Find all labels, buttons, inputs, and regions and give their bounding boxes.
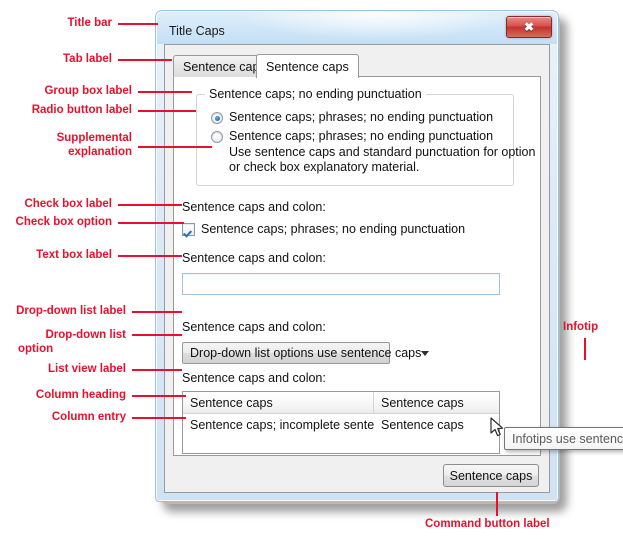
leader-line-supplemental-explanation — [138, 146, 212, 148]
annotation-supplemental-line-2: explanation — [68, 146, 132, 158]
leader-line-column-entry — [132, 417, 186, 419]
annotation-check-box-option: Check box option — [15, 216, 112, 228]
tab-panel: Sentence caps; no ending punctuation Sen… — [173, 76, 623, 456]
check-box-option-label: Sentence caps; phrases; no ending punctu… — [201, 222, 466, 236]
annotation-title-bar: Title bar — [67, 17, 112, 29]
leader-line-tab-label — [118, 59, 172, 61]
radio-selected-icon — [211, 112, 223, 124]
radio-option-2[interactable]: Sentence caps; phrases; no ending punctu… — [211, 129, 493, 143]
supplemental-line-1: Use sentence caps and standard punctuati… — [229, 145, 536, 159]
infotip-text: Infotips use sentence caps and ending pu… — [512, 431, 623, 446]
leader-line-command-button-label — [496, 492, 498, 516]
radio-unselected-icon — [211, 131, 223, 143]
annotation-tab-label: Tab label — [63, 53, 112, 65]
leader-line-drop-down-list-option — [132, 334, 182, 336]
annotation-drop-down-list-option: Drop-down list option — [18, 328, 126, 356]
group-box-label: Sentence caps; no ending punctuation — [205, 87, 426, 101]
annotation-infotip: Infotip — [563, 321, 599, 333]
leader-line-drop-down-list-label — [132, 311, 182, 313]
dialog-window: Title Caps ✖ Sentence caps Sentence caps… — [155, 10, 623, 502]
table-row[interactable]: Sentence caps; incomplete sentences Sent… — [183, 414, 499, 436]
drop-down-list[interactable]: Drop-down list options use sentence caps — [182, 342, 430, 364]
supplemental-line-2: or check box explanatory material. — [229, 160, 420, 174]
dialog-client-area: Sentence caps Sentence caps Sentence cap… — [164, 44, 623, 493]
annotation-drop-down-list-label: Drop-down list label — [16, 305, 126, 317]
checkbox-checked-icon — [182, 222, 195, 236]
text-box-label: Sentence caps and colon: — [182, 251, 326, 265]
annotation-column-entry: Column entry — [51, 411, 126, 423]
column-heading[interactable]: Sentence caps — [374, 392, 499, 413]
check-box-label: Sentence caps and colon: — [182, 200, 326, 214]
leader-line-list-view-label — [132, 369, 182, 371]
annotation-column-heading: Column heading — [35, 389, 126, 401]
leader-line-check-box-label — [118, 204, 182, 206]
radio-button-label: Sentence caps; phrases; no ending punctu… — [229, 110, 494, 124]
tab-label: Sentence caps — [183, 59, 266, 74]
annotation-radio-button-label: Radio button label — [31, 104, 132, 116]
list-view[interactable]: Sentence caps Sentence caps Sentence cap… — [182, 391, 500, 454]
annotation-text-box-label: Text box label — [36, 249, 112, 261]
supplemental-explanation: Use sentence caps and standard punctuati… — [229, 145, 535, 175]
annotation-drop-down-option-line-1: Drop-down list — [45, 329, 127, 341]
drop-down-list-label: Sentence caps and colon: — [182, 320, 326, 334]
infotip-tooltip: Infotips use sentence caps and ending pu… — [504, 427, 623, 450]
check-box-option[interactable]: Sentence caps; phrases; no ending punctu… — [182, 222, 465, 236]
command-button-label: Sentence caps — [449, 468, 533, 483]
list-view-label: Sentence caps and colon: — [182, 371, 326, 385]
annotation-drop-down-option-line-2: option — [18, 343, 54, 355]
annotation-command-button-label: Command button label — [425, 518, 550, 530]
radio-button-label: Sentence caps; phrases; no ending punctu… — [229, 129, 494, 143]
tab-sentence-caps-2[interactable]: Sentence caps — [256, 54, 359, 78]
drop-down-list-option: Drop-down list options use sentence caps — [190, 346, 422, 360]
leader-line-group-box-label — [138, 91, 192, 93]
column-heading[interactable]: Sentence caps — [183, 392, 374, 413]
group-box: Sentence caps; no ending punctuation Sen… — [196, 87, 535, 186]
leader-line-radio-button-label — [138, 110, 196, 112]
list-view-header: Sentence caps Sentence caps — [183, 392, 499, 414]
tab-strip: Sentence caps Sentence caps — [173, 54, 541, 78]
close-icon: ✖ — [523, 20, 535, 34]
annotation-list-view-label: List view label — [48, 363, 126, 375]
annotation-group-box-label: Group box label — [44, 85, 132, 97]
leader-line-column-heading — [132, 395, 186, 397]
leader-line-title-bar — [118, 23, 158, 25]
annotation-supplemental-explanation: Supplemental explanation — [20, 131, 132, 159]
close-button[interactable]: ✖ — [506, 16, 552, 38]
radio-option-1[interactable]: Sentence caps; phrases; no ending punctu… — [211, 110, 493, 124]
tab-label: Sentence caps — [266, 59, 349, 74]
column-entry: Sentence caps — [381, 418, 464, 432]
leader-line-text-box-label — [118, 255, 182, 257]
window-title: Title Caps — [169, 24, 225, 38]
text-box[interactable] — [182, 273, 500, 295]
annotation-supplemental-line-1: Supplemental — [56, 132, 132, 144]
annotation-check-box-label: Check box label — [24, 198, 112, 210]
leader-line-infotip — [584, 338, 586, 360]
command-button[interactable]: Sentence caps — [443, 464, 539, 487]
column-entry: Sentence caps; incomplete sentences — [190, 418, 374, 432]
chevron-down-icon — [421, 350, 430, 356]
leader-line-check-box-option — [118, 222, 184, 224]
